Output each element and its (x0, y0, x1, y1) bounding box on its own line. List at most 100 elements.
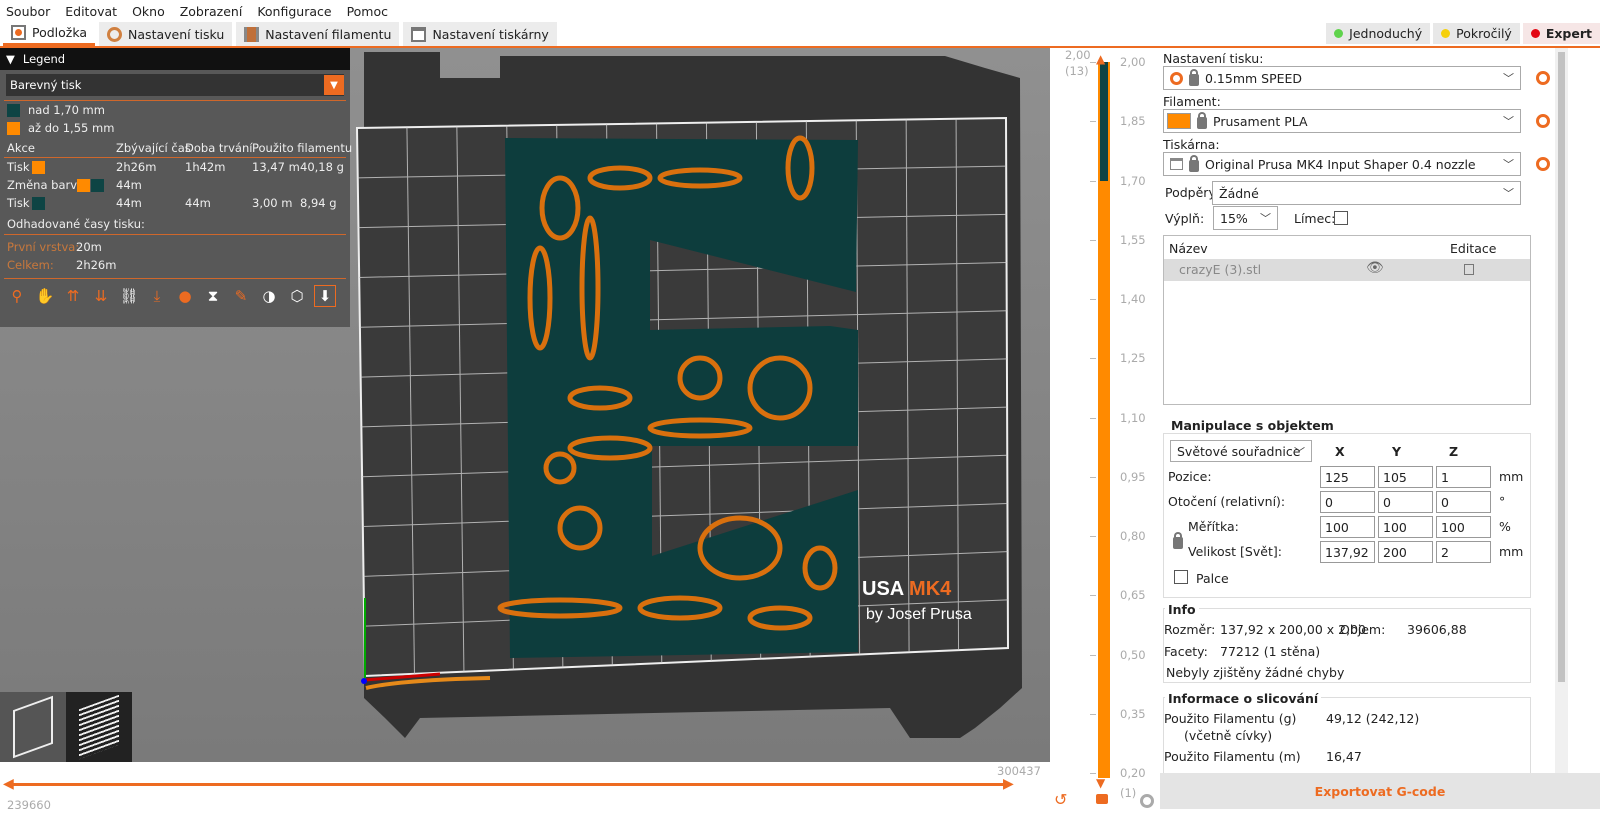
infill-select[interactable]: 15% ﹀ (1213, 206, 1278, 230)
tab-print-settings[interactable]: Nastavení tisku (99, 22, 233, 46)
menu-pomoc[interactable]: Pomoc (347, 4, 388, 19)
manip-input-y[interactable]: 105 (1378, 466, 1433, 488)
legend-panel: ▼ Legend Barevný tisk ▼ nad 1,70 mm až do … (0, 48, 352, 327)
manip-input-x[interactable]: 125 (1320, 466, 1375, 488)
revert-icon[interactable]: ↺ (1054, 790, 1067, 809)
manip-input-z[interactable]: 0 (1436, 491, 1491, 513)
manip-row-label: Měřítka: (1188, 519, 1239, 534)
layer-tick (1090, 299, 1096, 300)
layer-tick-label: 0,50 (1120, 647, 1146, 662)
layer-tick-label: 1,85 (1120, 114, 1146, 129)
custom-gcode-icon[interactable]: ✎ (230, 285, 252, 307)
tab-printer-settings[interactable]: Nastavení tiskárny (403, 22, 557, 46)
legend-header[interactable]: ▼ Legend (0, 48, 350, 70)
unit-label: ° (1499, 494, 1506, 509)
slider-track[interactable] (8, 783, 1008, 786)
horizontal-move-slider[interactable]: 300437 ◀ ▶ 239660 (0, 762, 1050, 825)
mode-expert[interactable]: Expert (1522, 23, 1600, 44)
manip-input-z[interactable]: 2 (1436, 541, 1491, 563)
inches-checkbox[interactable] (1174, 570, 1188, 584)
manip-input-z[interactable]: 100 (1436, 516, 1491, 538)
vertical-layer-slider[interactable]: 2,00 (13) ▲ ▼ 2,00 1,85 1,70 1,55 1,40 1,25 1,… (1050, 48, 1160, 825)
layer-tick (1090, 595, 1096, 597)
menu-konfigurace[interactable]: Konfigurace (257, 4, 331, 19)
mode-simple[interactable]: Jednoduchý (1326, 23, 1431, 44)
printer-icon (411, 26, 427, 42)
center-of-gravity-icon[interactable]: ◑ (258, 285, 280, 307)
menu-okno[interactable]: Okno (132, 4, 165, 19)
sidebar-scrollbar[interactable] (1555, 48, 1568, 773)
print-preset-select[interactable]: 0.15mm SPEED ﹀ (1163, 66, 1521, 90)
divider (4, 100, 346, 101)
manip-input-y[interactable]: 0 (1378, 491, 1433, 513)
deretractions-icon[interactable]: ⇊ (90, 285, 112, 307)
print-settings-gear-icon[interactable] (1536, 71, 1550, 85)
settings-gear-icon[interactable] (1140, 794, 1154, 808)
view-preview-button[interactable] (66, 692, 132, 762)
printer-settings-gear-icon[interactable] (1536, 157, 1550, 171)
supports-select[interactable]: Žádné ﹀ (1212, 181, 1521, 205)
mode-advanced[interactable]: Pokročilý (1433, 23, 1520, 44)
layer-tick (1090, 773, 1096, 774)
scale-lock-icon[interactable] (1173, 532, 1183, 549)
unlock-icon[interactable] (1096, 794, 1108, 804)
menu-zobrazeni[interactable]: Zobrazení (180, 4, 243, 19)
pause-icon[interactable]: ⧗ (202, 285, 224, 307)
seams-icon[interactable]: ⛓ (118, 285, 140, 307)
tool-marker-icon[interactable]: ⬇ (314, 285, 336, 307)
printer-icon (1170, 158, 1183, 170)
legend-row: Tisk 2h26m 1h42m 13,47 m 40,18 g (7, 160, 344, 174)
slider-upper-range[interactable] (1098, 62, 1110, 181)
wipe-icon[interactable]: ✋ (34, 285, 56, 307)
manip-input-z[interactable]: 1 (1436, 466, 1491, 488)
layer-tick (1090, 476, 1096, 478)
left-thumb-icon[interactable]: ◀ (3, 776, 14, 792)
right-thumb-icon[interactable]: ▶ (1003, 776, 1014, 792)
eye-icon[interactable]: 👁 (1366, 260, 1384, 276)
tool-changes-icon[interactable]: ⤓ (146, 285, 168, 307)
filament-color-swatch[interactable] (1167, 113, 1191, 129)
tab-plater[interactable]: Podložka (3, 22, 96, 46)
color-swatch (32, 196, 45, 210)
brim-checkbox[interactable] (1334, 211, 1348, 225)
tab-filament-settings[interactable]: Nastavení filamentu (236, 22, 400, 46)
layer-tick (1090, 417, 1096, 419)
export-gcode-button[interactable]: Exportovat G-code (1160, 773, 1600, 809)
unit-label: mm (1499, 469, 1524, 484)
menu-bar: Soubor Editovat Okno Zobrazení Konfigura… (0, 0, 1600, 22)
gear-icon (107, 26, 123, 42)
manip-input-y[interactable]: 100 (1378, 516, 1433, 538)
manip-input-x[interactable]: 0 (1320, 491, 1375, 513)
layer-tick (1090, 536, 1096, 537)
edit-icon[interactable] (1464, 264, 1474, 275)
view-3d-button[interactable] (0, 692, 66, 762)
triangle-down-icon: ▼ (6, 52, 15, 66)
lock-icon (1197, 111, 1207, 129)
lower-thumb-icon[interactable]: ▼ (1096, 776, 1105, 790)
upper-thumb-icon[interactable]: ▲ (1096, 52, 1105, 66)
layer-tick-label: 1,10 (1120, 410, 1146, 425)
lock-icon (1189, 68, 1199, 86)
bed-logo-by: by Josef Prusa (866, 606, 972, 623)
coordinates-select[interactable]: Světové souřadnice ﹀ (1170, 440, 1312, 462)
manip-input-x[interactable]: 100 (1320, 516, 1375, 538)
manip-input-y[interactable]: 200 (1378, 541, 1433, 563)
travel-icon[interactable]: ⚲ (6, 285, 28, 307)
legend-range-item: až do 1,55 mm (0, 119, 350, 137)
legend-view-type-select[interactable]: Barevný tisk ▼ (6, 74, 344, 96)
menu-soubor[interactable]: Soubor (6, 4, 50, 19)
plater-icon (11, 25, 26, 40)
menu-editovat[interactable]: Editovat (65, 4, 117, 19)
color-changes-icon[interactable]: ● (174, 285, 196, 307)
gear-icon (1170, 71, 1183, 85)
filament-settings-gear-icon[interactable] (1536, 114, 1550, 128)
layer-tick-label: 1,40 (1120, 292, 1146, 306)
printer-preset-select[interactable]: Original Prusa MK4 Input Shaper 0.4 nozz… (1163, 152, 1521, 176)
retractions-icon[interactable]: ⇈ (62, 285, 84, 307)
filament-preset-select[interactable]: Prusament PLA ﹀ (1163, 109, 1521, 133)
object-list-item[interactable]: crazyE (3).stl 👁 (1164, 259, 1530, 281)
manip-input-x[interactable]: 137,92 (1320, 541, 1375, 563)
slider-lower-range[interactable] (1098, 180, 1110, 778)
shells-icon[interactable]: ⬡ (286, 285, 308, 307)
legend-row: Změna barvy 44m (7, 178, 142, 192)
